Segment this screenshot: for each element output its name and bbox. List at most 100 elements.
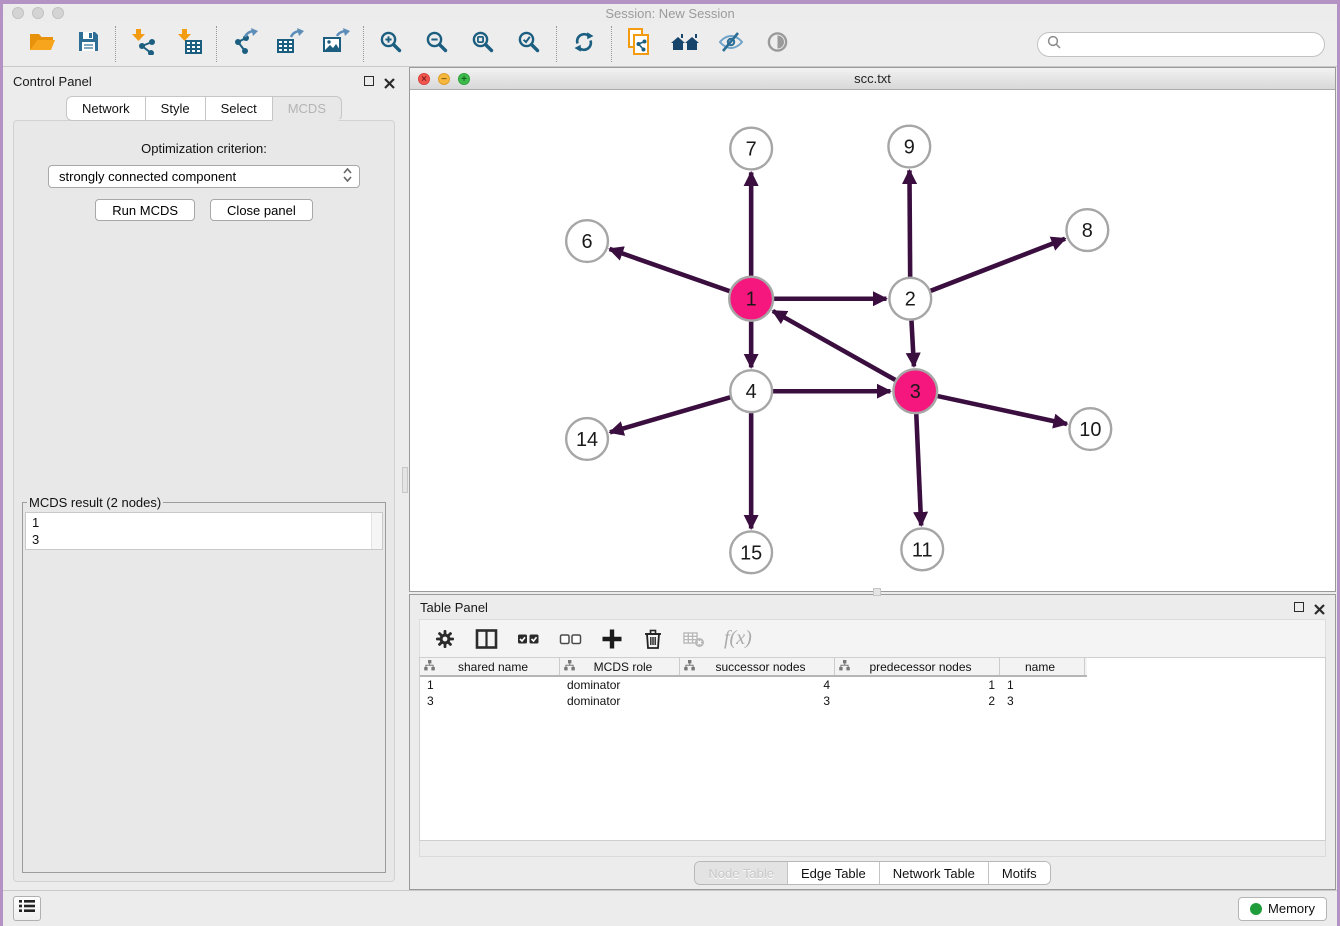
import-network-icon bbox=[130, 28, 157, 60]
export-network-icon bbox=[231, 28, 258, 60]
refresh-button[interactable] bbox=[569, 29, 599, 59]
edge-1-6[interactable] bbox=[610, 249, 730, 291]
tab-network[interactable]: Network bbox=[66, 96, 145, 121]
memory-button[interactable]: Memory bbox=[1238, 897, 1327, 921]
table-cell[interactable]: 3 bbox=[680, 694, 835, 708]
tab-mcds[interactable]: MCDS bbox=[272, 96, 342, 121]
save-session-button[interactable] bbox=[73, 29, 103, 59]
edge-3-1[interactable] bbox=[773, 311, 896, 380]
table-row[interactable]: 3dominator323 bbox=[420, 693, 1325, 709]
show-all-button[interactable] bbox=[762, 29, 792, 59]
node-label-1: 1 bbox=[746, 289, 757, 311]
hide-selected-button[interactable] bbox=[716, 29, 746, 59]
column-tree-icon bbox=[839, 660, 850, 674]
edge-2-9[interactable] bbox=[909, 170, 910, 276]
zoom-selected-button[interactable] bbox=[514, 29, 544, 59]
table-toolbar: f(x) bbox=[419, 619, 1326, 657]
edge-3-11[interactable] bbox=[916, 414, 921, 525]
horizontal-splitter-handle[interactable] bbox=[873, 588, 881, 596]
table-cell[interactable]: 1 bbox=[420, 678, 560, 692]
export-network-button[interactable] bbox=[229, 29, 259, 59]
create-column-button[interactable] bbox=[601, 628, 623, 650]
network-graph[interactable]: 7968124314101511 bbox=[410, 90, 1335, 591]
mcds-result-title: MCDS result (2 nodes) bbox=[27, 495, 163, 510]
close-panel-icon[interactable] bbox=[384, 76, 395, 87]
table-cell[interactable]: 2 bbox=[835, 694, 1000, 708]
table-cell[interactable]: 1 bbox=[835, 678, 1000, 692]
node-label-9: 9 bbox=[904, 137, 915, 159]
zoom-out-button[interactable] bbox=[422, 29, 452, 59]
node-label-6: 6 bbox=[582, 231, 593, 253]
import-table-button[interactable] bbox=[174, 29, 204, 59]
list-icon bbox=[19, 899, 35, 918]
node-label-8: 8 bbox=[1082, 220, 1093, 242]
table-cell[interactable]: dominator bbox=[560, 678, 680, 692]
column-tree-icon bbox=[684, 660, 695, 674]
table-panel: Table Panel f(x) bbox=[409, 594, 1336, 890]
zoom-fit-button[interactable] bbox=[468, 29, 498, 59]
network-window-title: scc.txt bbox=[410, 71, 1335, 86]
mcds-result-box[interactable]: 13 bbox=[25, 512, 383, 550]
edge-2-3[interactable] bbox=[911, 321, 913, 367]
network-window-titlebar: × − + scc.txt bbox=[410, 68, 1335, 90]
panel-splitter-handle[interactable] bbox=[402, 467, 408, 493]
table-cell[interactable]: dominator bbox=[560, 694, 680, 708]
copy-network-style-button[interactable] bbox=[624, 29, 654, 59]
show-columns-button[interactable] bbox=[475, 628, 498, 650]
table-cell[interactable]: 3 bbox=[1000, 694, 1085, 708]
edge-2-8[interactable] bbox=[931, 239, 1065, 291]
table-cell[interactable]: 3 bbox=[420, 694, 560, 708]
delete-column-button[interactable] bbox=[642, 628, 664, 650]
table-header-row: shared nameMCDS rolesuccessor nodesprede… bbox=[420, 658, 1087, 677]
edge-4-14[interactable] bbox=[610, 397, 730, 432]
tab-select[interactable]: Select bbox=[205, 96, 272, 121]
criterion-select[interactable]: strongly connected component bbox=[48, 165, 360, 188]
function-builder-button[interactable]: f(x) bbox=[724, 627, 752, 650]
column-header-MCDS-role[interactable]: MCDS role bbox=[560, 658, 680, 675]
float-table-panel-icon[interactable] bbox=[1294, 602, 1304, 612]
task-history-button[interactable] bbox=[13, 896, 41, 921]
horizontal-splitter[interactable] bbox=[409, 592, 1336, 594]
mcds-result-lines: 13 bbox=[26, 513, 382, 549]
column-header-predecessor-nodes[interactable]: predecessor nodes bbox=[835, 658, 1000, 675]
column-header-successor-nodes[interactable]: successor nodes bbox=[680, 658, 835, 675]
tab-edge-table[interactable]: Edge Table bbox=[788, 862, 880, 884]
table-cell[interactable]: 4 bbox=[680, 678, 835, 692]
node-table[interactable]: shared nameMCDS rolesuccessor nodesprede… bbox=[419, 657, 1326, 841]
main-area: Control Panel Network Style Select MCDS … bbox=[3, 67, 1337, 890]
network-canvas[interactable]: 7968124314101511 bbox=[410, 90, 1335, 591]
open-folder-icon bbox=[28, 30, 56, 59]
search-input[interactable] bbox=[1067, 37, 1315, 52]
table-row[interactable]: 1dominator411 bbox=[420, 677, 1325, 693]
export-image-icon bbox=[322, 28, 350, 60]
control-panel-tabs: Network Style Select MCDS bbox=[13, 96, 395, 121]
tab-motifs[interactable]: Motifs bbox=[989, 862, 1050, 884]
export-image-button[interactable] bbox=[321, 29, 351, 59]
save-floppy-icon bbox=[77, 30, 100, 58]
import-network-button[interactable] bbox=[128, 29, 158, 59]
tab-style[interactable]: Style bbox=[145, 96, 205, 121]
open-session-button[interactable] bbox=[27, 29, 57, 59]
column-header-shared-name[interactable]: shared name bbox=[420, 658, 560, 675]
toolbar-search[interactable] bbox=[1037, 32, 1325, 57]
table-settings-button[interactable] bbox=[434, 628, 456, 650]
result-scrollbar[interactable] bbox=[371, 513, 382, 549]
delete-table-button[interactable] bbox=[683, 629, 705, 649]
close-panel-button[interactable]: Close panel bbox=[210, 199, 313, 221]
first-neighbors-button[interactable] bbox=[670, 29, 700, 59]
close-table-panel-icon[interactable] bbox=[1314, 602, 1325, 613]
float-panel-icon[interactable] bbox=[364, 76, 374, 86]
table-cell[interactable]: 1 bbox=[1000, 678, 1085, 692]
select-all-button[interactable] bbox=[517, 628, 540, 650]
column-tree-icon bbox=[424, 660, 435, 674]
column-header-name[interactable]: name bbox=[1000, 658, 1085, 675]
node-label-4: 4 bbox=[746, 381, 757, 403]
table-rows: 1dominator4113dominator323 bbox=[420, 677, 1325, 709]
tab-node-table[interactable]: Node Table bbox=[695, 862, 788, 884]
run-mcds-button[interactable]: Run MCDS bbox=[95, 199, 195, 221]
tab-network-table[interactable]: Network Table bbox=[880, 862, 989, 884]
export-table-button[interactable] bbox=[275, 29, 305, 59]
deselect-all-button[interactable] bbox=[559, 628, 582, 650]
zoom-in-button[interactable] bbox=[376, 29, 406, 59]
edge-3-10[interactable] bbox=[938, 396, 1067, 424]
